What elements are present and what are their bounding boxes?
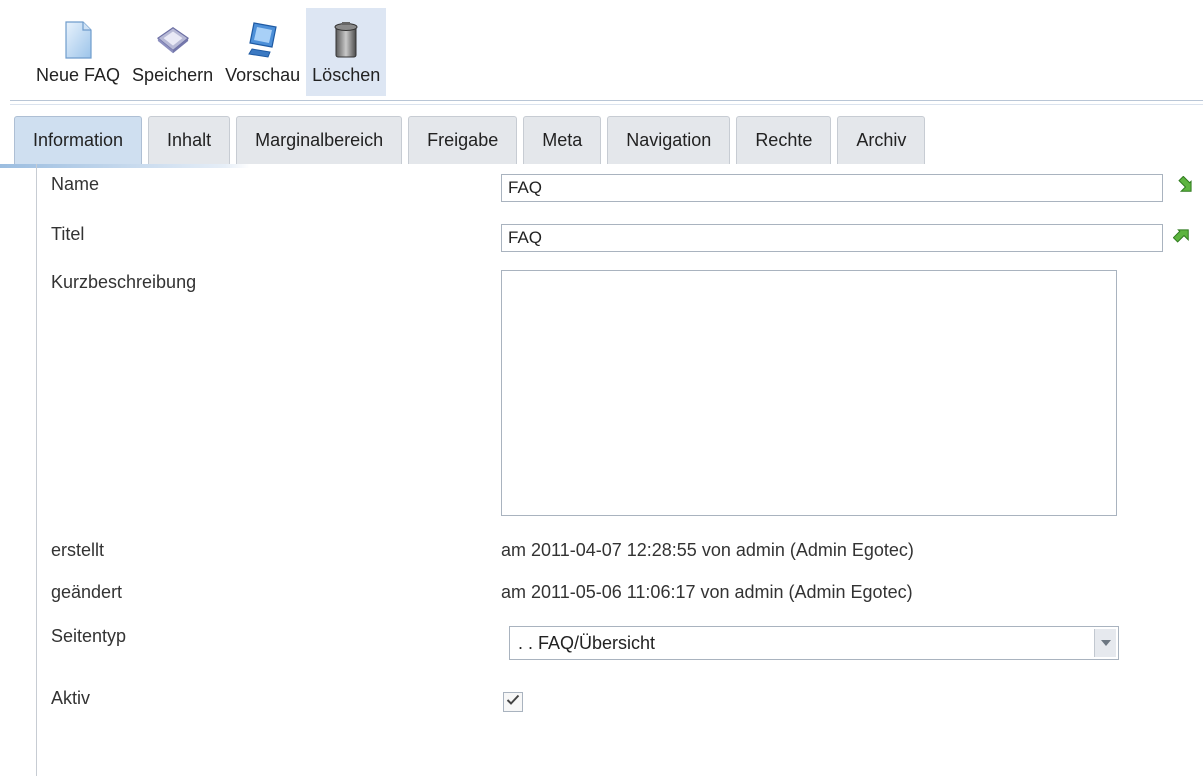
tab-information[interactable]: Information: [14, 116, 143, 164]
title-label: Titel: [51, 224, 85, 244]
pagetype-value: . . FAQ/Übersicht: [518, 633, 656, 653]
toolbar-divider-secondary: [10, 104, 1203, 105]
description-textarea[interactable]: [501, 270, 1117, 516]
tab-meta[interactable]: Meta: [523, 116, 602, 164]
changed-label: geändert: [51, 582, 123, 602]
checkmark-icon: [506, 693, 520, 711]
tab-bar: Information Inhalt Marginalbereich Freig…: [14, 116, 931, 164]
tab-marginalbereich[interactable]: Marginalbereich: [236, 116, 403, 164]
tab-rechte[interactable]: Rechte: [736, 116, 832, 164]
chevron-down-icon[interactable]: [1094, 629, 1116, 657]
preview-button[interactable]: Vorschau: [219, 8, 306, 96]
save-diskette-icon: [156, 20, 190, 60]
tab-freigabe[interactable]: Freigabe: [408, 116, 518, 164]
arrow-up-green-icon[interactable]: [1172, 226, 1195, 248]
trash-can-icon: [329, 20, 363, 60]
created-value: am 2011-04-07 12:28:55 von admin (Admin …: [501, 540, 914, 560]
monitor-icon: [246, 20, 280, 60]
active-label: Aktiv: [51, 688, 91, 708]
pagetype-label: Seitentyp: [51, 626, 127, 646]
arrow-down-green-icon[interactable]: [1173, 175, 1195, 198]
title-field[interactable]: [501, 224, 1163, 252]
pagetype-select[interactable]: . . FAQ/Übersicht: [509, 626, 1119, 660]
tab-inhalt[interactable]: Inhalt: [148, 116, 231, 164]
tab-archiv[interactable]: Archiv: [837, 116, 926, 164]
information-panel: Name Titel Kurzbeschreibung erstellt am …: [36, 164, 1203, 776]
faq-editor: Neue FAQ Speichern Vorschau Löschen Info…: [0, 0, 1203, 776]
active-checkbox[interactable]: [503, 692, 523, 712]
changed-value: am 2011-05-06 11:06:17 von admin (Admin …: [501, 582, 913, 602]
save-button[interactable]: Speichern: [126, 8, 219, 96]
name-field[interactable]: [501, 174, 1163, 202]
new-document-icon: [61, 20, 95, 60]
description-label: Kurzbeschreibung: [51, 272, 197, 292]
preview-label: Vorschau: [225, 65, 301, 85]
tab-navigation[interactable]: Navigation: [607, 116, 731, 164]
toolbar: Neue FAQ Speichern Vorschau Löschen: [30, 8, 387, 96]
delete-button[interactable]: Löschen: [306, 8, 387, 96]
new-faq-label: Neue FAQ: [36, 65, 121, 85]
name-label: Name: [51, 174, 100, 194]
new-faq-button[interactable]: Neue FAQ: [30, 8, 126, 96]
save-label: Speichern: [132, 65, 214, 85]
created-label: erstellt: [51, 540, 105, 560]
toolbar-divider: [10, 100, 1203, 101]
delete-label: Löschen: [312, 65, 381, 85]
